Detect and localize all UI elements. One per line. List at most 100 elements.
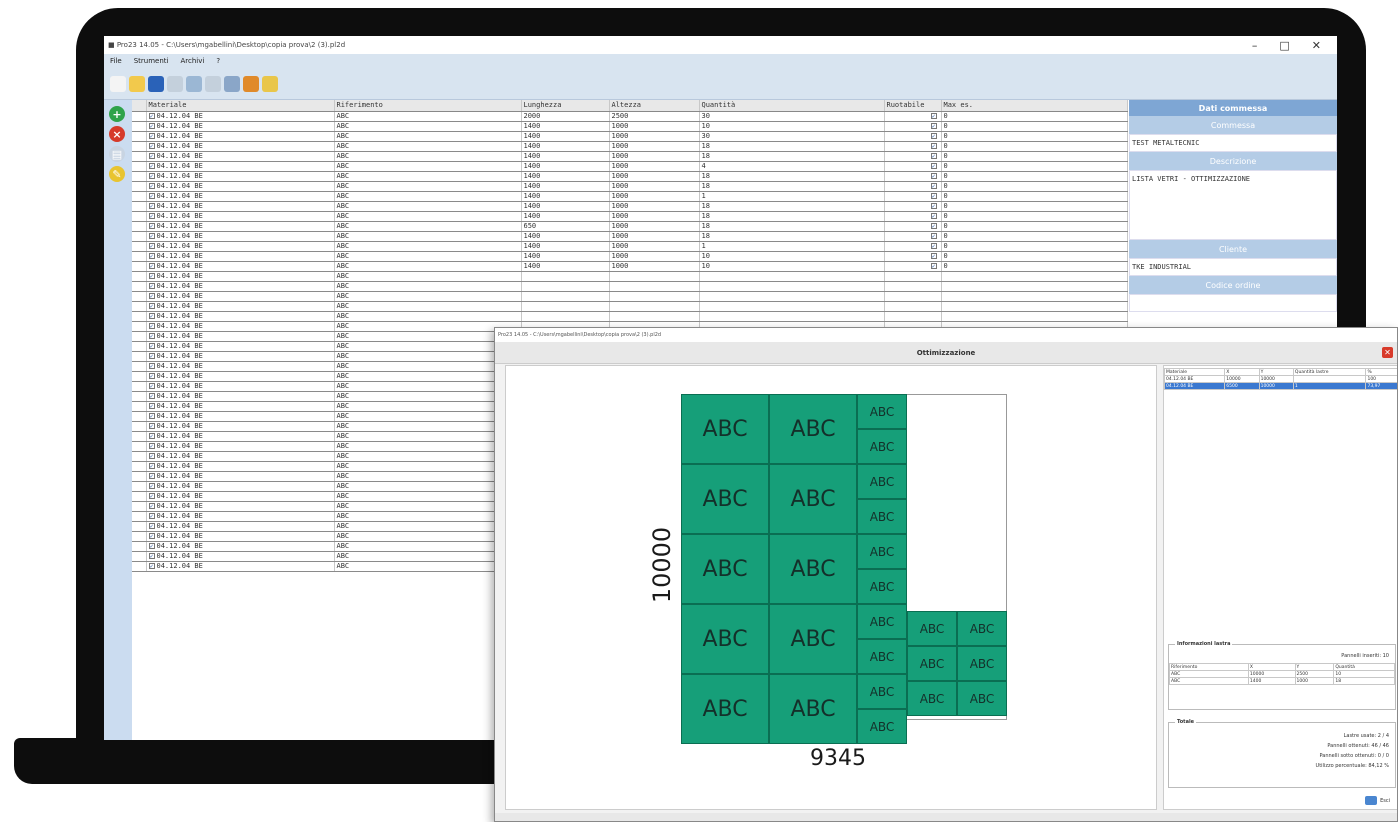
panel-piece[interactable]: ABC	[907, 646, 957, 681]
row-checkbox[interactable]: ✓	[148, 352, 155, 359]
export-icon[interactable]	[262, 75, 278, 92]
panel-piece[interactable]: ABC	[857, 394, 907, 429]
material-cell[interactable]: ✓ 04.12.04 BE	[146, 401, 335, 412]
table-cell[interactable]: ABC	[334, 291, 522, 302]
row-checkbox[interactable]: ✓	[148, 122, 155, 129]
rotatable-cell[interactable]: ✓	[884, 231, 942, 242]
row-checkbox[interactable]: ✓	[148, 362, 155, 369]
table-cell[interactable]: 18	[699, 181, 885, 192]
gear-icon[interactable]	[243, 75, 259, 92]
material-cell[interactable]: ✓ 04.12.04 BE	[146, 371, 335, 382]
table-cell[interactable]: ABC	[334, 531, 522, 542]
material-cell[interactable]: ✓ 04.12.04 BE	[146, 171, 335, 182]
table-cell[interactable]: 1000	[609, 171, 700, 182]
panel-piece[interactable]: ABC	[857, 639, 907, 674]
table-cell[interactable]: ABC	[334, 331, 522, 342]
table-cell[interactable]: ABC	[334, 211, 522, 222]
table-cell[interactable]: ABC	[334, 361, 522, 372]
row-checkbox[interactable]: ✓	[148, 302, 155, 309]
row-selector[interactable]	[132, 291, 147, 302]
table-row[interactable]: ✓ 04.12.04 BE ABC	[132, 281, 1128, 292]
row-checkbox[interactable]: ✓	[148, 292, 155, 299]
table-cell[interactable]: ABC	[334, 551, 522, 562]
panel-piece[interactable]: ABC	[957, 646, 1007, 681]
table-cell[interactable]: ABC	[334, 251, 522, 262]
row-selector[interactable]	[132, 281, 147, 292]
row-checkbox[interactable]: ✓	[148, 512, 155, 519]
table-row[interactable]: ✓ 04.12.04 BE ABC 1400 1000 18 ✓ 0	[132, 201, 1128, 212]
row-selector[interactable]	[132, 161, 147, 172]
column-header[interactable]: Altezza	[609, 100, 700, 112]
row-checkbox[interactable]: ✓	[148, 332, 155, 339]
table-cell[interactable]: 1400	[521, 161, 610, 172]
material-cell[interactable]: ✓ 04.12.04 BE	[146, 411, 335, 422]
material-cell[interactable]: ✓ 04.12.04 BE	[146, 151, 335, 162]
sheet-row[interactable]: 04.12.04 BE 6500 10000 1 73,97	[1163, 382, 1397, 390]
row-selector[interactable]	[132, 561, 147, 572]
table-cell[interactable]: ABC	[334, 261, 522, 272]
row-checkbox[interactable]: ✓	[148, 212, 155, 219]
material-cell[interactable]: ✓ 04.12.04 BE	[146, 431, 335, 442]
row-selector[interactable]	[132, 201, 147, 212]
material-cell[interactable]: ✓ 04.12.04 BE	[146, 111, 335, 122]
row-selector[interactable]	[132, 501, 147, 512]
rotatable-checkbox[interactable]: ✓	[930, 142, 937, 149]
sheet-row[interactable]: 04.12.04 BE 10000 10000 100	[1163, 375, 1397, 383]
table-cell[interactable]: ABC	[334, 481, 522, 492]
panel-piece[interactable]: ABC	[681, 604, 769, 674]
save-icon[interactable]	[148, 75, 164, 92]
table-row[interactable]: ✓ 04.12.04 BE ABC 1400 1000 18 ✓ 0	[132, 231, 1128, 242]
row-selector[interactable]	[132, 231, 147, 242]
max-cell[interactable]: 0	[941, 121, 1128, 132]
material-cell[interactable]: ✓ 04.12.04 BE	[146, 531, 335, 542]
table-cell[interactable]: ABC	[334, 521, 522, 532]
rotatable-cell[interactable]: ✓	[884, 251, 942, 262]
row-checkbox[interactable]: ✓	[148, 462, 155, 469]
codice-ordine-field[interactable]	[1129, 294, 1337, 312]
table-cell[interactable]: 1000	[609, 211, 700, 222]
table-cell[interactable]	[521, 281, 610, 292]
close-icon[interactable]: ✕	[1382, 347, 1393, 358]
material-cell[interactable]: ✓ 04.12.04 BE	[146, 131, 335, 142]
material-cell[interactable]: ✓ 04.12.04 BE	[146, 441, 335, 452]
table-cell[interactable]: 1000	[609, 181, 700, 192]
table-cell[interactable]: ABC	[334, 491, 522, 502]
row-checkbox[interactable]: ✓	[148, 452, 155, 459]
row-checkbox[interactable]: ✓	[148, 472, 155, 479]
table-cell[interactable]: 30	[699, 131, 885, 142]
material-cell[interactable]: ✓ 04.12.04 BE	[146, 141, 335, 152]
row-selector[interactable]	[132, 221, 147, 232]
table-row[interactable]: ✓ 04.12.04 BE ABC 1400 1000 1 ✓ 0	[132, 241, 1128, 252]
max-cell[interactable]: 0	[941, 131, 1128, 142]
panel-piece[interactable]: ABC	[681, 464, 769, 534]
row-checkbox[interactable]: ✓	[148, 242, 155, 249]
row-checkbox[interactable]: ✓	[148, 262, 155, 269]
chart-icon[interactable]	[224, 75, 240, 92]
table-cell[interactable]: ABC	[334, 381, 522, 392]
table-cell[interactable]: 30	[699, 111, 885, 122]
panel-piece[interactable]: ABC	[681, 534, 769, 604]
max-cell[interactable]: 0	[941, 221, 1128, 232]
row-checkbox[interactable]: ✓	[148, 522, 155, 529]
table-cell[interactable]: 4	[699, 161, 885, 172]
material-cell[interactable]: ✓ 04.12.04 BE	[146, 561, 335, 572]
table-cell[interactable]: ABC	[334, 221, 522, 232]
row-checkbox[interactable]: ✓	[148, 132, 155, 139]
row-checkbox[interactable]: ✓	[148, 432, 155, 439]
max-cell[interactable]	[941, 311, 1128, 322]
material-cell[interactable]: ✓ 04.12.04 BE	[146, 351, 335, 362]
row-selector[interactable]	[132, 461, 147, 472]
table-cell[interactable]	[699, 271, 885, 282]
table-cell[interactable]: ABC	[334, 301, 522, 312]
table-row[interactable]: ✓ 04.12.04 BE ABC 1400 1000 10 ✓ 0	[132, 121, 1128, 132]
table-cell[interactable]	[699, 311, 885, 322]
table-cell[interactable]: ABC	[334, 191, 522, 202]
material-cell[interactable]: ✓ 04.12.04 BE	[146, 341, 335, 352]
table-cell[interactable]: 2500	[609, 111, 700, 122]
table-cell[interactable]: 18	[699, 151, 885, 162]
row-selector[interactable]	[132, 261, 147, 272]
new-icon[interactable]	[110, 75, 126, 92]
table-cell[interactable]: ABC	[334, 131, 522, 142]
row-checkbox[interactable]: ✓	[148, 542, 155, 549]
row-selector[interactable]	[132, 331, 147, 342]
